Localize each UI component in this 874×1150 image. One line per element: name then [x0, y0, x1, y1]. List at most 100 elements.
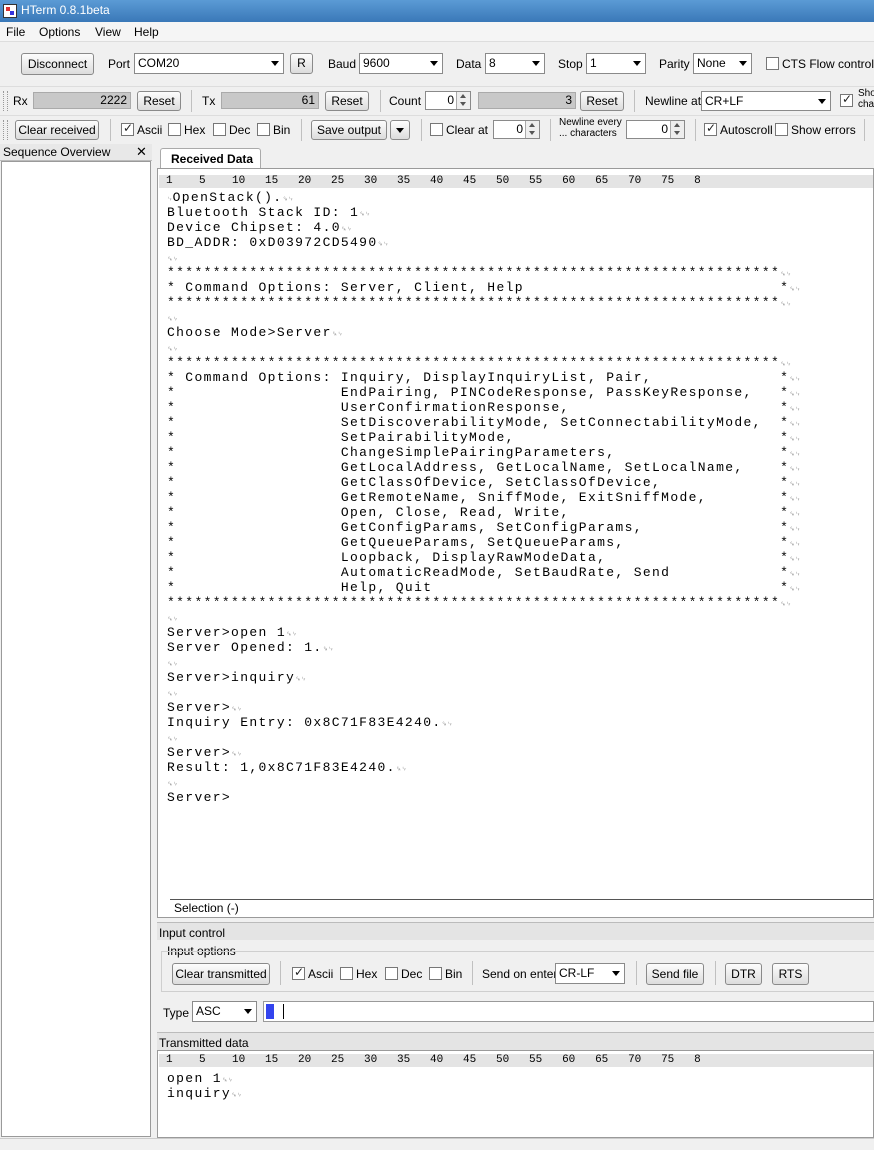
chevron-down-icon	[244, 1009, 252, 1014]
tx-reset-button[interactable]: Reset	[325, 91, 369, 111]
separator	[191, 90, 192, 112]
stop-bits-select[interactable]: 1	[586, 53, 646, 74]
input-hex-checkbox[interactable]	[340, 967, 353, 980]
newline-marker: ␍␊	[789, 406, 801, 414]
newline-marker: ␍␊	[789, 541, 801, 549]
dec-label: Dec	[229, 123, 251, 137]
received-line-text: * GetQueueParams, SetQueueParams, *	[167, 535, 790, 550]
transmit-input[interactable]	[263, 1001, 874, 1022]
newline-marker: ␍␊	[780, 271, 792, 279]
newline-marker: ␍␊	[340, 226, 353, 234]
port-value: COM20	[138, 56, 180, 70]
newline-marker: ␍␊	[789, 421, 801, 429]
count-spinner[interactable]: 0	[425, 91, 471, 110]
app-icon	[3, 4, 17, 18]
data-bits-select[interactable]: 8	[485, 53, 545, 74]
chevron-down-icon	[633, 61, 641, 66]
show-errors-checkbox[interactable]	[775, 123, 788, 136]
menu-bar: File Options View Help	[0, 22, 874, 42]
rx-reset-button[interactable]: Reset	[137, 91, 181, 111]
input-cursor-marker	[266, 1004, 274, 1019]
autoscroll-checkbox[interactable]	[704, 121, 717, 136]
received-line-text: Device Chipset: 4.0	[167, 220, 341, 235]
menu-options[interactable]: Options	[39, 25, 80, 39]
menu-file[interactable]: File	[6, 25, 25, 39]
menu-help[interactable]: Help	[134, 25, 159, 39]
clear-transmitted-button[interactable]: Clear transmitted	[172, 963, 270, 985]
show-characters-checkbox[interactable]	[840, 92, 853, 107]
newline-marker: ␍␊	[285, 631, 298, 639]
newline-marker: ␍␊	[377, 241, 389, 249]
parity-select[interactable]: None	[693, 53, 752, 74]
input-control-title: Input control	[159, 926, 226, 940]
count-reset-button[interactable]: Reset	[580, 91, 624, 111]
dec-checkbox[interactable]	[213, 123, 226, 136]
separator	[634, 90, 635, 112]
newline-every-spinner[interactable]: 0	[626, 120, 685, 139]
newline-marker: ␍␊	[789, 286, 801, 294]
newline-marker: ␍␊	[789, 496, 801, 504]
newline-marker: ␍␊	[789, 391, 801, 399]
save-output-menu-button[interactable]	[390, 120, 410, 140]
input-bin-checkbox[interactable]	[429, 967, 442, 980]
window-title: HTerm 0.8.1beta	[21, 3, 110, 17]
send-file-button[interactable]: Send file	[646, 963, 704, 985]
close-icon[interactable]: ✕	[136, 144, 147, 160]
hex-checkbox[interactable]	[168, 123, 181, 136]
received-line-text: * EndPairing, PINCodeResponse, PassKeyRe…	[167, 385, 790, 400]
cts-label: CTS Flow control	[782, 57, 874, 71]
transmitted-ruler: 1 5 10 15 20 25 30 35 40 45 50 55 60 65 …	[159, 1054, 873, 1067]
spin-down-icon[interactable]	[456, 100, 470, 109]
count-gauge: 3	[478, 92, 576, 109]
toolbar-grip[interactable]	[3, 91, 8, 111]
received-line-text: BD_ADDR: 0xD03972CD5490	[167, 235, 378, 250]
received-line-text: ****************************************…	[167, 355, 781, 370]
newline-at-select[interactable]: CR+LF	[701, 91, 831, 111]
type-select[interactable]: ASC	[192, 1001, 257, 1022]
baud-select[interactable]: 9600	[359, 53, 443, 74]
received-line: Choose Mode>Server␍␊	[167, 325, 343, 343]
chevron-down-icon	[532, 61, 540, 66]
received-line-text: * Command Options: Inquiry, DisplayInqui…	[167, 370, 790, 385]
selection-status: Selection (-)	[174, 901, 239, 915]
clear-received-button[interactable]: Clear received	[15, 120, 99, 140]
sequence-overview-list[interactable]	[1, 161, 151, 1137]
chevron-down-icon	[612, 971, 620, 976]
bin-checkbox[interactable]	[257, 123, 270, 136]
tab-received-data[interactable]: Received Data	[160, 148, 261, 169]
tab-label: Received Data	[171, 152, 254, 166]
menu-view[interactable]: View	[95, 25, 121, 39]
received-data-view[interactable]: 1 5 10 15 20 25 30 35 40 45 50 55 60 65 …	[157, 168, 874, 918]
disconnect-button[interactable]: Disconnect	[21, 53, 94, 75]
transmitted-data-view[interactable]: 1 5 10 15 20 25 30 35 40 45 50 55 60 65 …	[157, 1050, 874, 1138]
clear-at-checkbox[interactable]	[430, 123, 443, 136]
dtr-button[interactable]: DTR	[725, 963, 762, 985]
port-select[interactable]: COM20	[134, 53, 284, 74]
input-ascii-checkbox[interactable]	[292, 965, 305, 980]
spin-down-icon[interactable]	[525, 129, 539, 138]
cts-checkbox[interactable]	[766, 57, 779, 70]
chevron-down-icon	[430, 61, 438, 66]
input-dec-checkbox[interactable]	[385, 967, 398, 980]
rx-counter: 2222	[33, 92, 131, 109]
ascii-checkbox[interactable]	[121, 121, 134, 136]
refresh-ports-button[interactable]: R	[290, 53, 313, 74]
spin-down-icon[interactable]	[670, 129, 684, 138]
rts-button[interactable]: RTS	[772, 963, 809, 985]
received-line: ****************************************…	[167, 595, 791, 613]
clear-at-spinner[interactable]: 0	[493, 120, 540, 139]
clear-at-label: Clear at	[446, 123, 489, 137]
newline-marker: ␍␊	[231, 706, 243, 714]
received-line-text: Server>	[167, 790, 232, 805]
newline-marker: ␍␊	[167, 316, 179, 324]
separator	[864, 119, 865, 141]
input-hex-label: Hex	[356, 967, 378, 981]
separator	[301, 119, 302, 141]
newline-marker: ␍␊	[295, 676, 307, 684]
save-output-button[interactable]: Save output	[311, 120, 387, 140]
send-on-enter-select[interactable]: CR-LF	[555, 963, 625, 984]
autoscroll-label: Autoscroll	[720, 123, 773, 137]
newline-marker: ␍␊	[231, 1092, 243, 1100]
data-label: Data	[456, 57, 482, 71]
toolbar-grip[interactable]	[3, 120, 8, 140]
